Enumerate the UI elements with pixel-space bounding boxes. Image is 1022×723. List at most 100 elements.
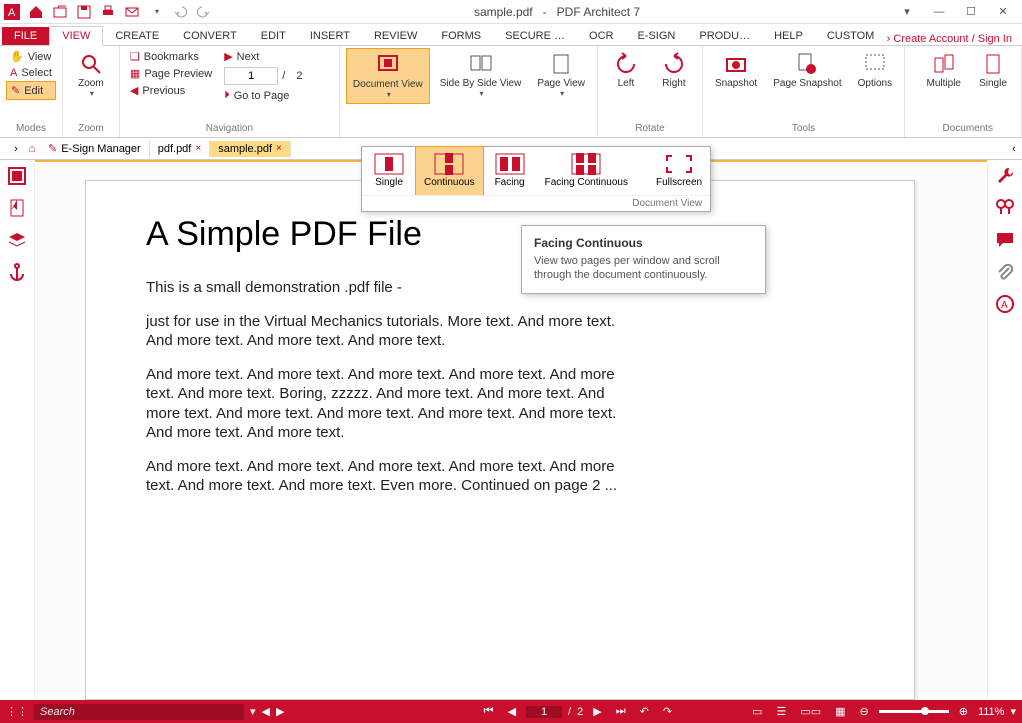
status-view-single-icon[interactable]: ▭ bbox=[748, 705, 766, 718]
docs-single[interactable]: Single bbox=[971, 48, 1015, 93]
search-dropdown-icon[interactable]: ▾ bbox=[250, 705, 256, 718]
page-number-input[interactable] bbox=[224, 67, 278, 85]
stamp-icon[interactable]: A bbox=[995, 294, 1015, 314]
rotate-right[interactable]: Right bbox=[652, 48, 696, 93]
home-tab-icon[interactable]: ⌂ bbox=[24, 141, 40, 157]
gallery-facing[interactable]: Facing bbox=[483, 147, 537, 195]
previous-icon: ◀ bbox=[130, 84, 138, 97]
tab-produce[interactable]: PRODU… bbox=[687, 27, 762, 45]
tab-nav-prev[interactable]: › bbox=[8, 141, 24, 157]
status-rotate-right[interactable]: ↷ bbox=[659, 705, 676, 718]
print-icon[interactable] bbox=[98, 2, 118, 22]
next-icon: ▶ bbox=[224, 50, 232, 63]
gallery-facing-continuous[interactable]: Facing Continuous bbox=[537, 147, 636, 195]
home-icon[interactable] bbox=[26, 2, 46, 22]
tab-help[interactable]: HELP bbox=[762, 27, 815, 45]
close-tab-icon[interactable]: × bbox=[276, 143, 282, 154]
tab-custom[interactable]: CUSTOM bbox=[815, 27, 886, 45]
zoom-slider[interactable] bbox=[879, 710, 949, 713]
options-button[interactable]: Options bbox=[852, 48, 898, 93]
close-icon[interactable]: ✕ bbox=[994, 3, 1012, 21]
tab-forms[interactable]: FORMS bbox=[429, 27, 493, 45]
anchor-icon[interactable] bbox=[7, 262, 27, 282]
page-snapshot-button[interactable]: Page Snapshot bbox=[767, 48, 847, 93]
rotate-left[interactable]: Left bbox=[604, 48, 648, 93]
tab-edit[interactable]: EDIT bbox=[249, 27, 298, 45]
status-view-continuous-icon[interactable]: ☰ bbox=[772, 705, 790, 718]
search-side-icon[interactable] bbox=[995, 198, 1015, 218]
pen-icon: ✎ bbox=[48, 142, 57, 155]
mode-select[interactable]: ASelect bbox=[6, 65, 56, 81]
redo-icon[interactable] bbox=[194, 2, 214, 22]
tab-convert[interactable]: CONVERT bbox=[171, 27, 249, 45]
work-area: A Simple PDF File This is a small demons… bbox=[0, 160, 1022, 714]
minimize-icon[interactable]: ― bbox=[930, 3, 948, 21]
goto-icon: ⏵ bbox=[224, 89, 230, 102]
undo-icon[interactable] bbox=[170, 2, 190, 22]
nav-goto[interactable]: ⏵Go to Page bbox=[220, 87, 306, 104]
email-icon[interactable] bbox=[122, 2, 142, 22]
zoom-button[interactable]: Zoom▾ bbox=[69, 48, 113, 102]
tab-review[interactable]: REVIEW bbox=[362, 27, 429, 45]
mode-view[interactable]: ✋View bbox=[6, 48, 56, 65]
status-menu-icon[interactable]: ⋮⋮ bbox=[6, 705, 28, 718]
zoom-percent[interactable]: 111% bbox=[978, 706, 1005, 718]
open-icon[interactable] bbox=[50, 2, 70, 22]
tab-ocr[interactable]: OCR bbox=[577, 27, 625, 45]
layers-icon[interactable] bbox=[7, 230, 27, 250]
minimize-panel-icon[interactable]: ▾ bbox=[898, 3, 916, 21]
comment-icon[interactable] bbox=[995, 230, 1015, 250]
status-view-facing-icon[interactable]: ▭▭ bbox=[796, 705, 825, 718]
doctab-sample[interactable]: sample.pdf× bbox=[210, 141, 291, 157]
side-by-side-button[interactable]: Side By Side View▾ bbox=[434, 48, 528, 102]
document-view-button[interactable]: Document View▾ bbox=[346, 48, 430, 104]
status-last-page[interactable]: ⏭ bbox=[612, 705, 630, 718]
app-logo[interactable]: A bbox=[2, 2, 22, 22]
status-rotate-left[interactable]: ↶ bbox=[636, 705, 653, 718]
single-page-icon bbox=[374, 153, 404, 175]
status-view-facingcont-icon[interactable]: ▦ bbox=[831, 705, 849, 718]
attachment-icon[interactable] bbox=[995, 262, 1015, 282]
qat-dropdown[interactable]: ▾ bbox=[146, 2, 166, 22]
nav-previous[interactable]: ◀Previous bbox=[126, 82, 216, 99]
page-view-button[interactable]: Page View▾ bbox=[531, 48, 591, 102]
search-input[interactable] bbox=[34, 704, 244, 720]
tooltip-body: View two pages per window and scroll thr… bbox=[534, 254, 753, 283]
doc-paragraph: And more text. And more text. And more t… bbox=[146, 365, 636, 443]
tab-create[interactable]: CREATE bbox=[103, 27, 171, 45]
status-page-input[interactable] bbox=[526, 706, 562, 718]
tab-file[interactable]: FILE bbox=[2, 27, 49, 45]
search-next-icon[interactable]: ▶ bbox=[276, 705, 284, 718]
zoom-out-icon[interactable]: ⊖ bbox=[856, 705, 873, 718]
mode-edit[interactable]: ✎Edit bbox=[6, 81, 56, 100]
docs-multiple[interactable]: Multiple bbox=[921, 48, 967, 93]
snapshot-button[interactable]: Snapshot bbox=[709, 48, 763, 93]
search-prev-icon[interactable]: ◀ bbox=[262, 705, 270, 718]
gallery-single[interactable]: Single bbox=[362, 147, 416, 195]
document-canvas[interactable]: A Simple PDF File This is a small demons… bbox=[35, 160, 987, 714]
zoom-dropdown-icon[interactable]: ▾ bbox=[1010, 705, 1016, 718]
doctab-pdf[interactable]: pdf.pdf× bbox=[150, 141, 210, 157]
tab-view[interactable]: VIEW bbox=[49, 26, 103, 46]
zoom-in-icon[interactable]: ⊕ bbox=[955, 705, 972, 718]
tab-esign[interactable]: E-SIGN bbox=[625, 27, 687, 45]
status-prev-page[interactable]: ◀ bbox=[504, 705, 520, 718]
tab-secure[interactable]: SECURE … bbox=[493, 27, 577, 45]
doctab-esign[interactable]: ✎E-Sign Manager bbox=[40, 140, 150, 157]
account-link[interactable]: › Create Account / Sign In bbox=[887, 33, 1012, 45]
nav-bookmarks[interactable]: ❏Bookmarks bbox=[126, 48, 216, 65]
bookmarks-side-icon[interactable] bbox=[7, 198, 27, 218]
save-icon[interactable] bbox=[74, 2, 94, 22]
nav-page-preview[interactable]: ▦Page Preview bbox=[126, 65, 216, 82]
gallery-fullscreen[interactable]: Fullscreen bbox=[648, 147, 710, 195]
thumbnails-icon[interactable] bbox=[7, 166, 27, 186]
status-first-page[interactable]: ⏮ bbox=[480, 705, 498, 718]
status-next-page[interactable]: ▶ bbox=[589, 705, 605, 718]
gallery-continuous[interactable]: Continuous bbox=[415, 146, 484, 196]
tab-insert[interactable]: INSERT bbox=[298, 27, 362, 45]
wrench-icon[interactable] bbox=[995, 166, 1015, 186]
nav-next[interactable]: ▶Next bbox=[220, 48, 306, 65]
close-tab-icon[interactable]: × bbox=[195, 143, 201, 154]
maximize-icon[interactable]: ☐ bbox=[962, 3, 980, 21]
tab-nav-next[interactable]: ‹ bbox=[1006, 141, 1022, 157]
